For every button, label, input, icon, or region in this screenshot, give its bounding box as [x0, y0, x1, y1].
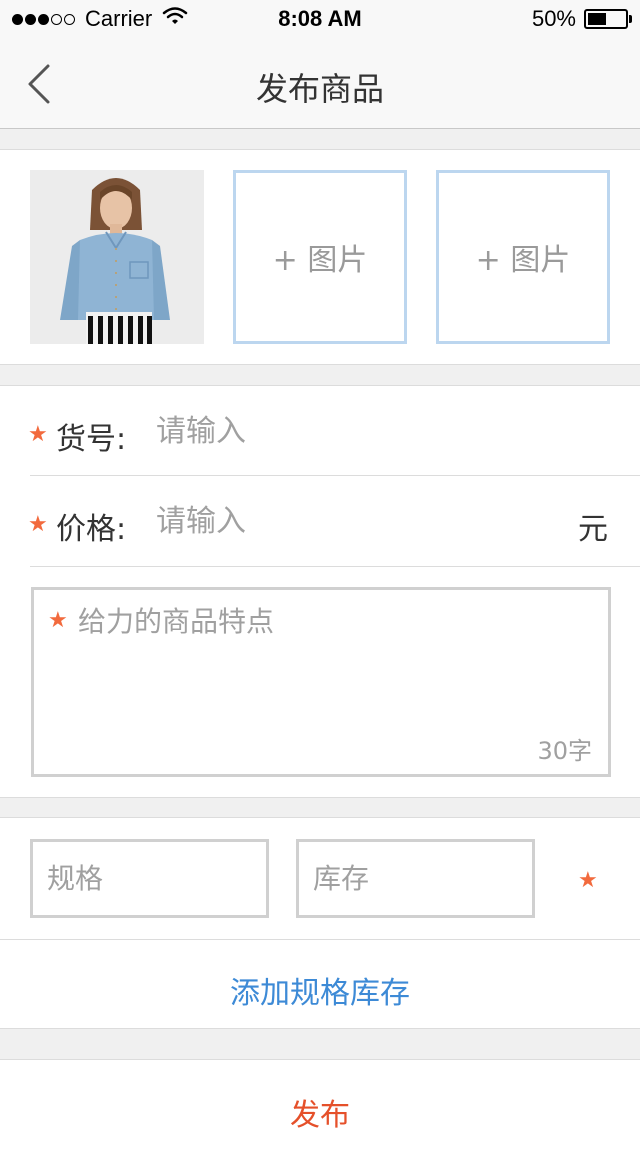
- add-spec-button[interactable]: 添加规格库存: [0, 968, 640, 1012]
- spec-size-input[interactable]: [30, 839, 269, 918]
- status-bar: Carrier 8:08 AM 50%: [0, 0, 640, 40]
- item-number-row: ★ 货号:: [0, 386, 640, 475]
- page-title: 发布商品: [255, 70, 384, 108]
- spec-stock-input[interactable]: [296, 839, 535, 918]
- price-input[interactable]: [156, 498, 536, 544]
- publish-button[interactable]: 发布: [0, 1090, 640, 1134]
- add-photo-button[interactable]: + 图片: [436, 170, 610, 344]
- photo-section: + 图片 + 图片: [0, 149, 640, 365]
- add-photo-button[interactable]: + 图片: [233, 170, 407, 344]
- description-input[interactable]: [78, 600, 598, 720]
- nav-bar: 发布商品: [0, 40, 640, 129]
- required-star-icon: ★: [28, 422, 48, 447]
- price-row: ★ 价格: 元: [0, 476, 640, 565]
- status-right: 50%: [531, 6, 632, 32]
- item-number-input[interactable]: [156, 408, 536, 454]
- required-star-icon: ★: [48, 608, 68, 633]
- battery-icon: [584, 9, 632, 29]
- battery-fill: [588, 13, 606, 25]
- item-number-label: 货号:: [56, 422, 127, 457]
- battery-percent: 50%: [531, 6, 576, 31]
- description-box: ★ 30字: [31, 587, 611, 777]
- product-form: ★ 货号: ★ 价格: 元 ★ 30字: [0, 385, 640, 798]
- price-unit: 元: [578, 512, 608, 547]
- battery-cap: [629, 15, 632, 23]
- divider: [0, 939, 640, 940]
- required-star-icon: ★: [28, 512, 48, 537]
- publish-section: 发布: [0, 1059, 640, 1158]
- spec-section: ★ 添加规格库存: [0, 817, 640, 1029]
- char-counter: 30字: [537, 737, 592, 765]
- product-photo[interactable]: [30, 170, 204, 344]
- required-star-icon: ★: [578, 868, 598, 893]
- divider: [30, 566, 640, 567]
- price-label: 价格:: [56, 512, 127, 547]
